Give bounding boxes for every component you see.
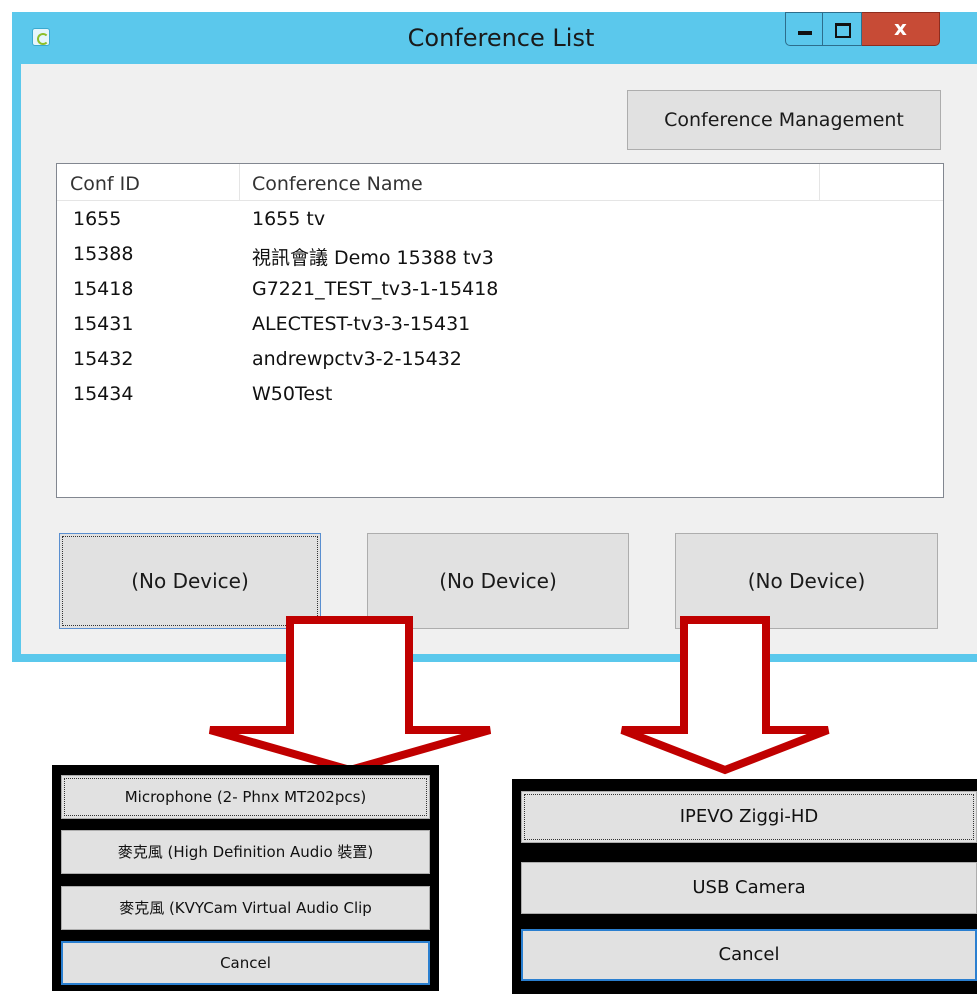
camera-selection-menu: IPEVO Ziggi-HD USB Camera Cancel	[512, 779, 977, 994]
microphone-option[interactable]: 麥克風 (High Definition Audio 裝置)	[61, 830, 430, 874]
cancel-button[interactable]: Cancel	[61, 941, 430, 985]
microphone-selection-menu: Microphone (2- Phnx MT202pcs) 麥克風 (High …	[52, 765, 439, 991]
down-arrow-icon	[208, 616, 492, 775]
camera-option[interactable]: IPEVO Ziggi-HD	[521, 791, 977, 843]
camera-option[interactable]: USB Camera	[521, 862, 977, 914]
microphone-option[interactable]: Microphone (2- Phnx MT202pcs)	[61, 775, 430, 819]
cancel-button[interactable]: Cancel	[521, 929, 977, 981]
microphone-option[interactable]: 麥克風 (KVYCam Virtual Audio Clip	[61, 886, 430, 930]
down-arrow-icon	[620, 616, 830, 775]
